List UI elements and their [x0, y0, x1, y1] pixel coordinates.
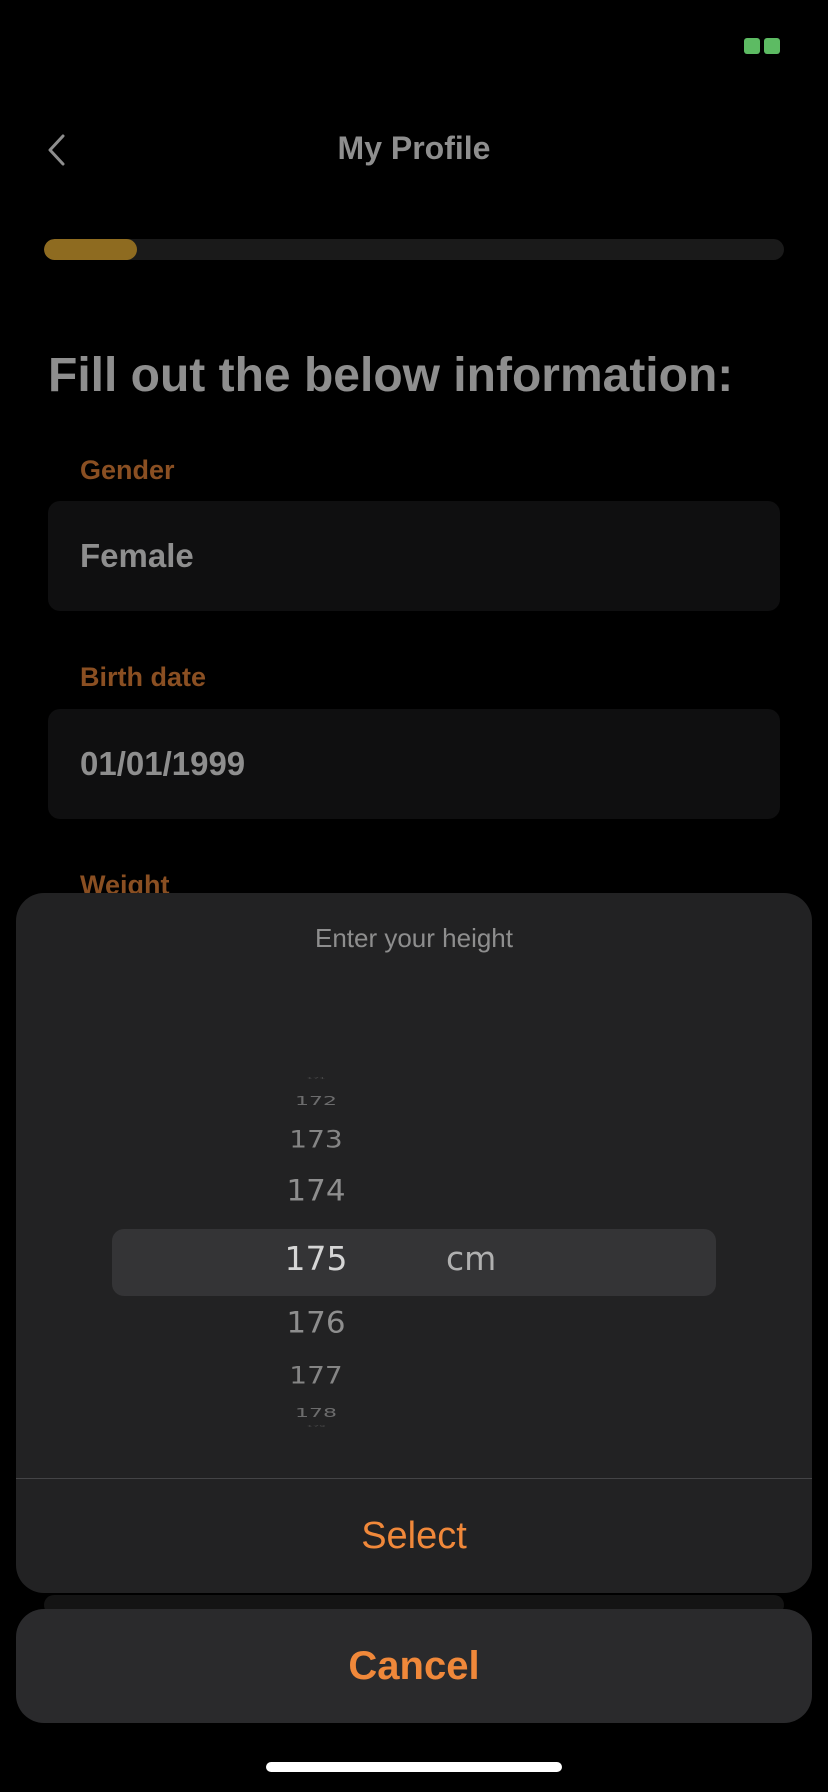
- picker-option[interactable]: 177: [266, 1361, 366, 1389]
- form-heading: Fill out the below information:: [48, 349, 734, 402]
- gender-label: Gender: [80, 455, 175, 485]
- birth-date-label: Birth date: [80, 662, 207, 692]
- status-indicator-icon: [744, 38, 784, 60]
- header: My Profile: [0, 120, 828, 184]
- birth-date-value: 01/01/1999: [80, 745, 246, 782]
- height-picker-sheet: Enter your height 171 172 173 174 175 176 177 1…: [16, 893, 812, 1593]
- cancel-button[interactable]: Cancel: [16, 1609, 812, 1723]
- page-title: My Profile: [337, 130, 491, 166]
- progress-fill: [44, 239, 137, 260]
- select-button[interactable]: Select: [16, 1479, 812, 1593]
- picker-option[interactable]: 174: [266, 1174, 366, 1208]
- picker-option[interactable]: 171: [266, 1077, 366, 1080]
- picker-option[interactable]: 173: [266, 1125, 366, 1153]
- picker-option[interactable]: 172: [266, 1095, 366, 1109]
- picker-option[interactable]: 176: [266, 1306, 366, 1340]
- progress-bar: [44, 239, 784, 260]
- picker-title: Enter your height: [314, 923, 513, 953]
- picker-option[interactable]: 178: [266, 1407, 366, 1421]
- gender-value: Female: [80, 537, 194, 574]
- picker-selection-highlight: [112, 1229, 716, 1296]
- picker-selected-value[interactable]: 175: [266, 1239, 366, 1278]
- birth-date-field[interactable]: 01/01/1999: [48, 709, 780, 819]
- gender-field[interactable]: Female: [48, 501, 780, 611]
- picker-unit: cm: [446, 1239, 497, 1278]
- picker-option[interactable]: 179: [266, 1425, 366, 1428]
- home-indicator: [266, 1762, 562, 1772]
